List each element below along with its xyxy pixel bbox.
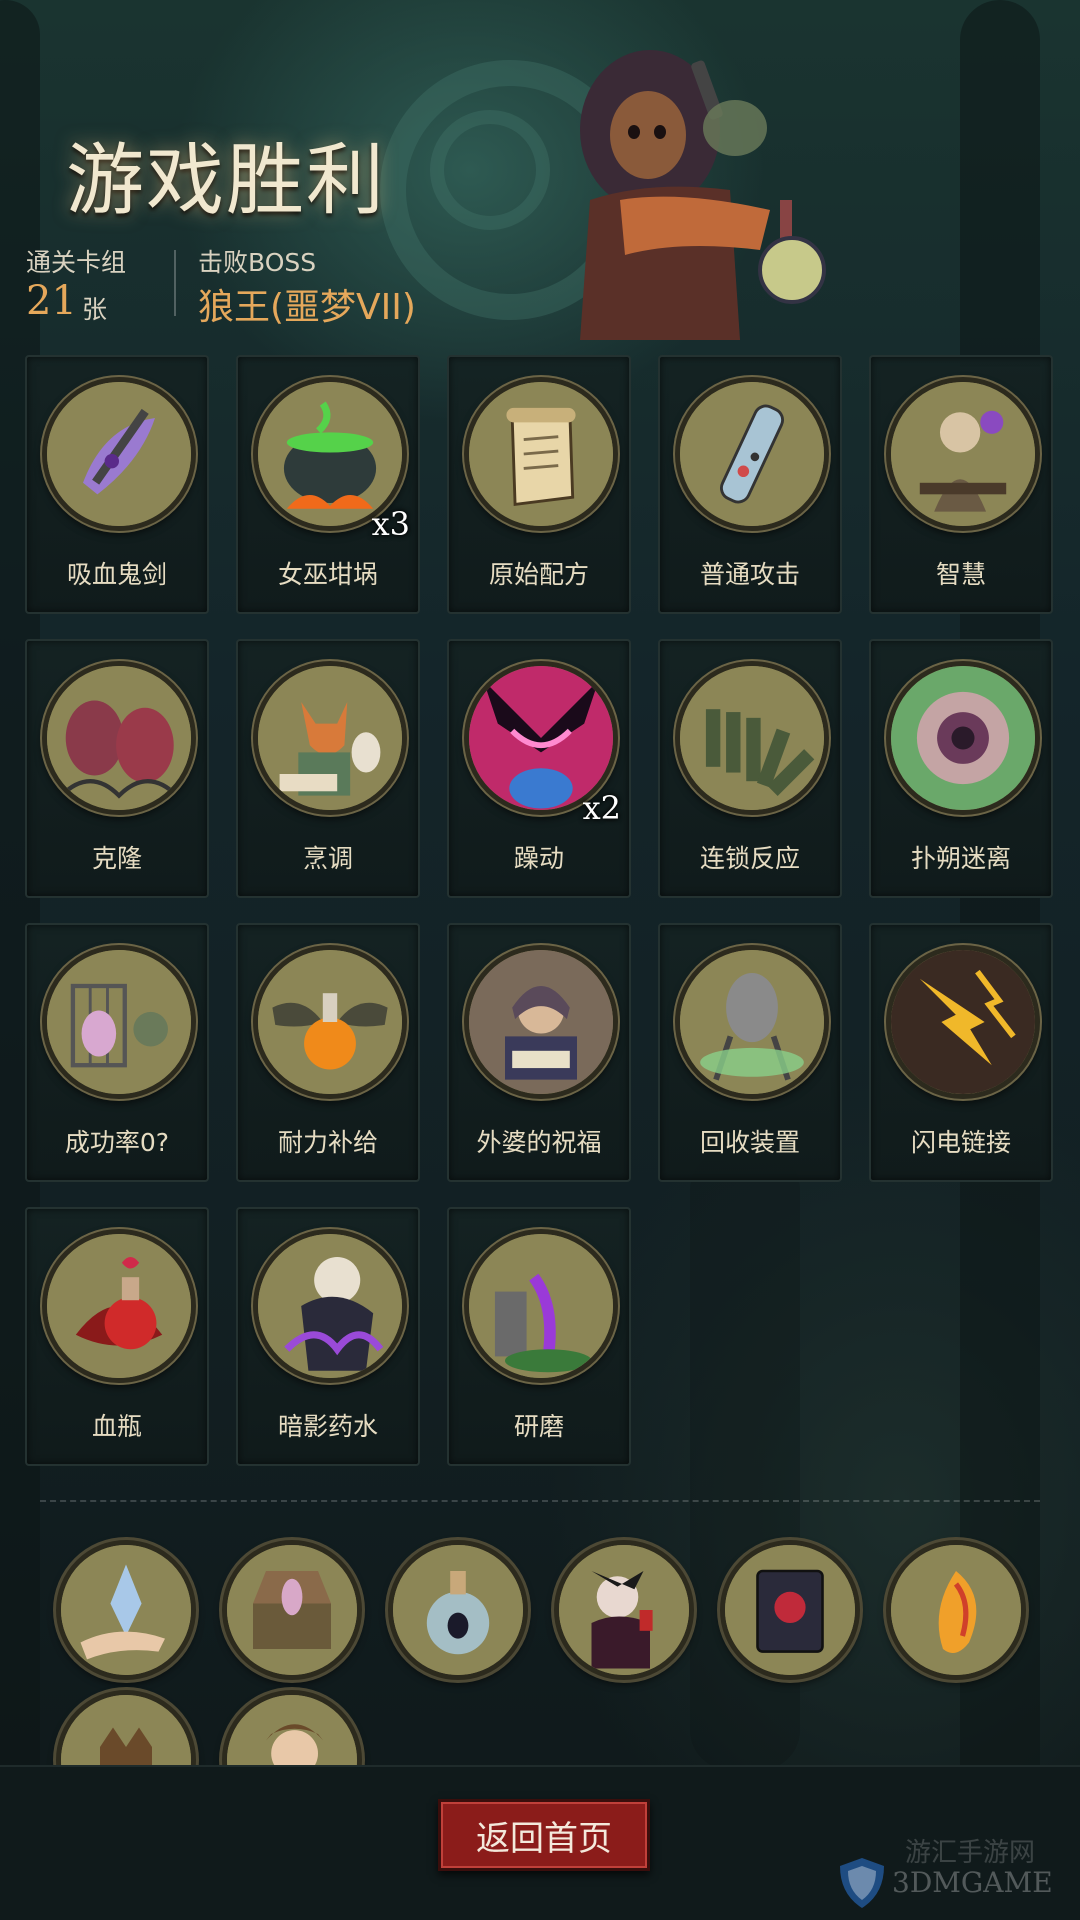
card-item[interactable]: 扑朔迷离 [869,639,1053,898]
sage-icon [886,377,1040,531]
boss-label: 击败BOSS [198,248,317,277]
card-item[interactable]: 克隆 [25,639,209,898]
music-box-icon[interactable] [222,1540,362,1680]
fox-chef-icon [253,661,407,815]
card-label: 耐力补给 [277,1128,378,1157]
card-grid: 吸血鬼剑 x3 女巫坩埚 原始配方 普通攻击 智慧 克隆 烹调 x2 躁动 连锁… [25,355,1057,1466]
alchemist-character-illustration [580,50,826,340]
card-label: 烹调 [302,844,353,873]
card-multiplier: x2 [582,789,621,827]
card-label: 女巫坩埚 [277,560,378,589]
card-item[interactable]: 普通攻击 [658,355,842,614]
card-label: 闪电链接 [910,1128,1011,1157]
lightning-icon [886,945,1040,1099]
card-item[interactable]: 成功率0? [25,923,209,1182]
card-multiplier: x3 [371,505,410,543]
watermark-shield-icon [840,1858,884,1908]
card-item[interactable]: 暗影药水 [236,1207,420,1466]
vampire-icon[interactable] [554,1540,694,1680]
card-item[interactable]: 烹调 [236,639,420,898]
crystal-hand-icon[interactable] [56,1540,196,1680]
card-item[interactable]: 连锁反应 [658,639,842,898]
card-item[interactable]: x3 女巫坩埚 [236,355,420,614]
potion-tube-icon [675,377,829,531]
card-label: 原始配方 [488,560,589,589]
shadow-potion-icon [253,1229,407,1383]
card-label: 扑朔迷离 [910,844,1011,873]
spirit-bottle-icon[interactable] [388,1540,528,1680]
grinding-icon [464,1229,618,1383]
card-item[interactable]: 闪电链接 [869,923,1053,1182]
section-divider [40,1500,1040,1502]
grandma-icon [464,945,618,1099]
return-home-button[interactable]: 返回首页 [438,1799,650,1871]
vortex-icon [886,661,1040,815]
caged-creature-icon [42,945,196,1099]
watermark-text-cn: 游汇手游网 [905,1838,1036,1868]
page-title: 游戏胜利 [66,136,387,226]
stat-divider [174,250,176,316]
watermark-text: 3DMGAME [892,1866,1053,1899]
clone-pods-icon [42,661,196,815]
card-label: 躁动 [513,844,564,873]
phoenix-feather-icon[interactable] [886,1540,1026,1680]
card-item[interactable]: x2 躁动 [447,639,631,898]
recycler-icon [675,945,829,1099]
deck-count: 21 [26,278,77,324]
red-book-icon[interactable] [720,1540,860,1680]
card-label: 暗影药水 [277,1412,378,1441]
card-label: 智慧 [935,560,986,589]
card-label: 普通攻击 [699,560,800,589]
card-item[interactable]: 研磨 [447,1207,631,1466]
deck-label: 通关卡组 [26,248,127,277]
vampire-sword-icon [42,377,196,531]
card-label: 外婆的祝福 [476,1128,602,1157]
card-label: 吸血鬼剑 [66,560,167,589]
card-item[interactable]: 血瓶 [25,1207,209,1466]
card-label: 血瓶 [91,1412,142,1441]
card-item[interactable]: 外婆的祝福 [447,923,631,1182]
card-label: 研磨 [513,1412,564,1441]
deck-unit: 张 [82,295,108,324]
card-label: 连锁反应 [699,844,800,873]
boss-name: 狼王(噩梦VII) [198,287,416,328]
card-item[interactable]: 智慧 [869,355,1053,614]
dominoes-icon [675,661,829,815]
blood-potion-icon [42,1229,196,1383]
card-item[interactable]: 原始配方 [447,355,631,614]
card-label: 成功率0? [64,1128,170,1157]
winged-flask-icon [253,945,407,1099]
card-label: 回收装置 [699,1128,800,1157]
card-label: 克隆 [91,844,142,873]
card-item[interactable]: 回收装置 [658,923,842,1182]
scroll-icon [464,377,618,531]
card-item[interactable]: 耐力补给 [236,923,420,1182]
card-item[interactable]: 吸血鬼剑 [25,355,209,614]
